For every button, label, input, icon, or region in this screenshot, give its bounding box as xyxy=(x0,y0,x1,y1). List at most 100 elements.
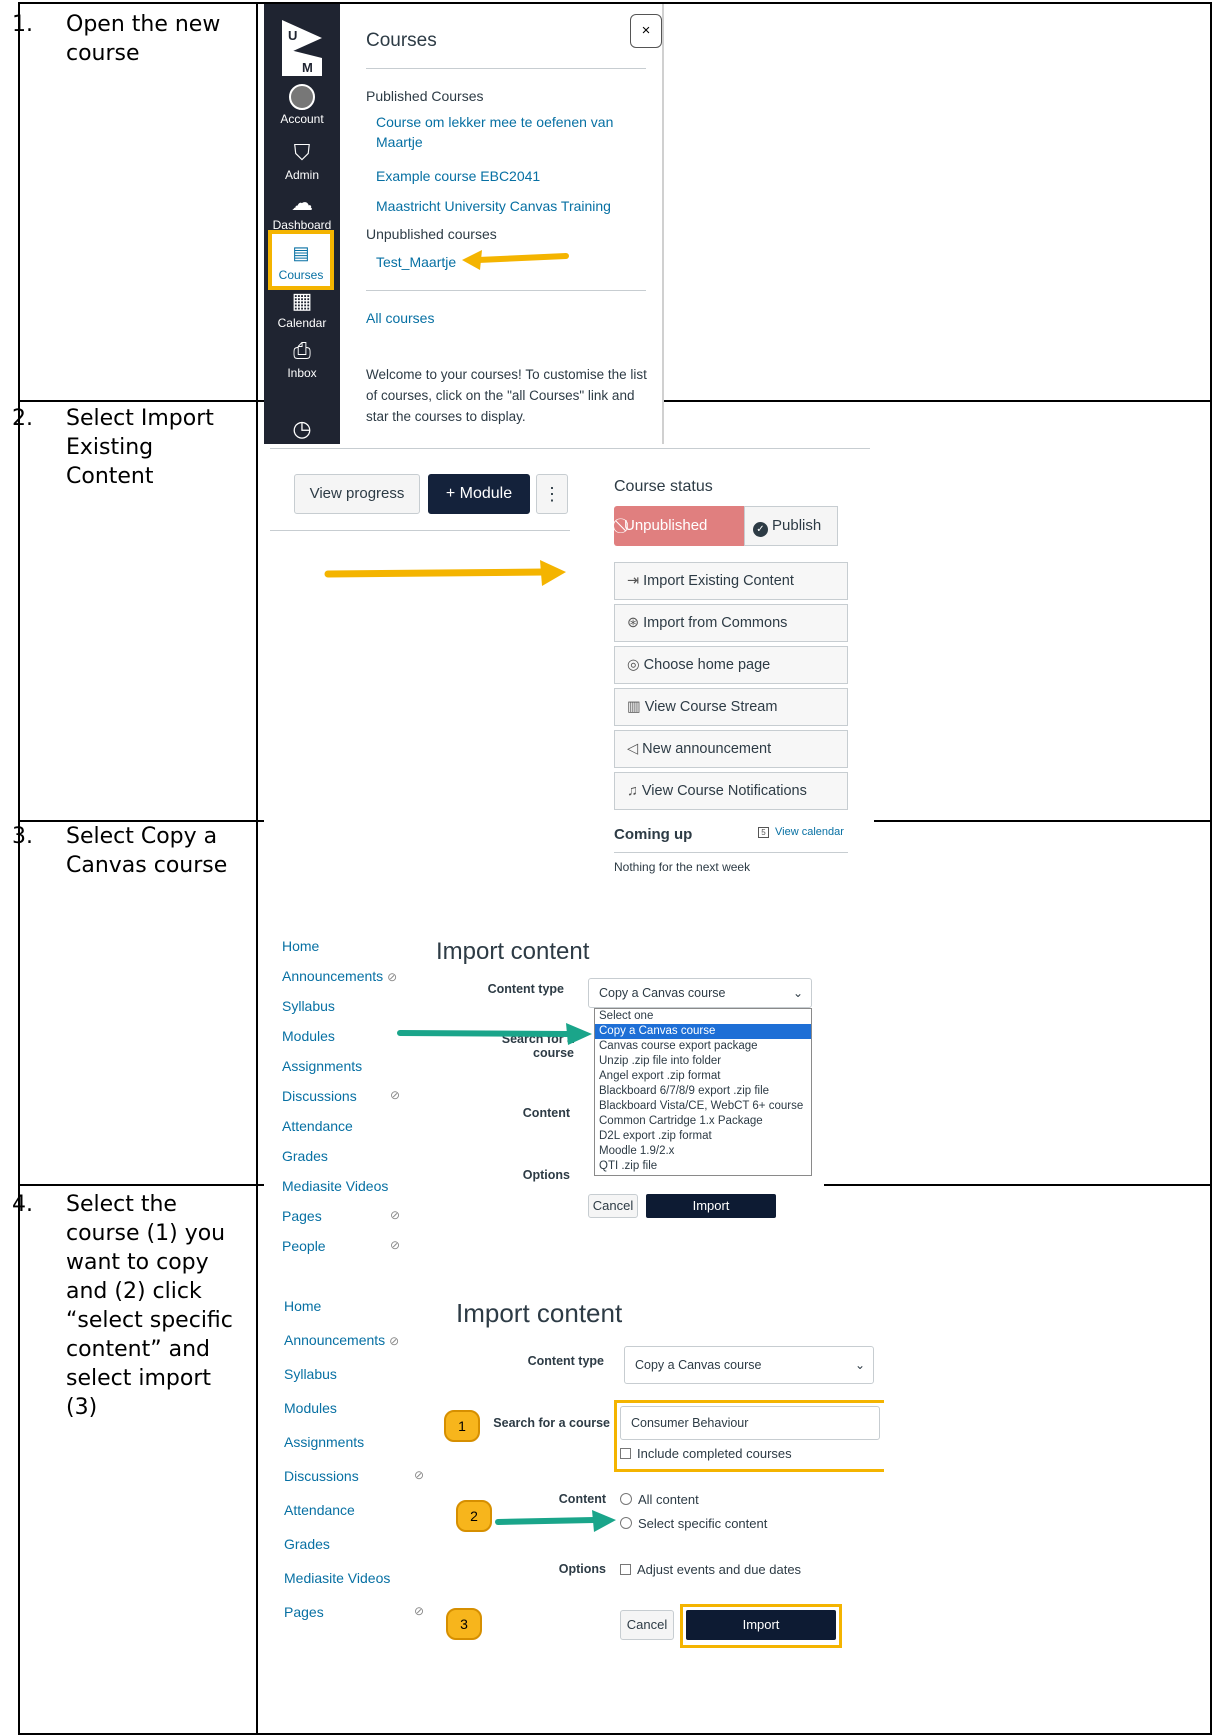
course-nav-people[interactable]: People ⊘ xyxy=(282,1238,400,1254)
course-nav-syllabus[interactable]: Syllabus xyxy=(284,1366,337,1382)
import-existing-content-button[interactable]: ⇥ Import Existing Content xyxy=(614,562,848,600)
select-specific-content-radio[interactable]: Select specific content xyxy=(620,1516,767,1531)
import-from-commons-button[interactable]: ⊛ Import from Commons xyxy=(614,604,848,642)
tray-title: Courses xyxy=(366,30,437,51)
course-nav-assignments[interactable]: Assignments xyxy=(284,1434,364,1450)
cancel-button[interactable]: Cancel xyxy=(620,1610,674,1640)
course-nav-announcements[interactable]: Announcements ⊘ xyxy=(284,1332,399,1348)
include-completed-checkbox[interactable]: Include completed courses xyxy=(620,1446,792,1461)
action-label: Choose home page xyxy=(643,657,771,673)
check-circle-icon: ✓ xyxy=(753,522,768,537)
chevron-down-icon: ⌄ xyxy=(854,1358,865,1372)
divider xyxy=(270,448,870,449)
radio-icon xyxy=(620,1493,632,1505)
course-link[interactable]: Maastricht University Canvas Training xyxy=(376,196,636,216)
stream-icon: ▥ xyxy=(627,699,641,715)
hidden-eye-icon: ⊘ xyxy=(387,970,398,984)
content-type-select[interactable]: Copy a Canvas course ⌄ xyxy=(588,978,812,1008)
nav-calendar[interactable]: ▦ Calendar xyxy=(264,288,340,330)
dropdown-option[interactable]: Moodle 1.9/2.x xyxy=(595,1144,811,1159)
course-nav-home[interactable]: Home xyxy=(284,1298,321,1314)
content-type-select[interactable]: Copy a Canvas course ⌄ xyxy=(624,1346,874,1384)
all-content-radio[interactable]: All content xyxy=(620,1492,699,1507)
callout-badge-2: 2 xyxy=(456,1500,492,1532)
course-nav-discussions[interactable]: Discussions ⊘ xyxy=(284,1468,424,1484)
nav-label: Calendar xyxy=(277,316,327,330)
hidden-eye-icon: ⊘ xyxy=(414,1604,425,1618)
course-nav-mediasite-videos[interactable]: Mediasite Videos xyxy=(284,1570,390,1586)
dropdown-option[interactable]: Blackboard 6/7/8/9 export .zip file xyxy=(595,1084,811,1099)
add-module-button[interactable]: + Module xyxy=(428,474,530,514)
publish-button[interactable]: ✓ Publish xyxy=(744,506,838,546)
adjust-dates-checkbox[interactable]: Adjust events and due dates xyxy=(620,1562,801,1577)
shield-icon: ⛉ xyxy=(293,140,311,165)
course-nav-mediasite-videos[interactable]: Mediasite Videos xyxy=(282,1178,388,1194)
nav-dashboard[interactable]: ☁ Dashboard xyxy=(264,190,340,232)
dropdown-option[interactable]: D2L export .zip format xyxy=(595,1129,811,1144)
all-courses-link[interactable]: All courses xyxy=(366,308,626,328)
dropdown-option[interactable]: Blackboard Vista/CE, WebCT 6+ course xyxy=(595,1099,811,1114)
nav-label: Admin xyxy=(284,168,319,182)
options-label: Options xyxy=(558,1562,606,1576)
course-nav-syllabus[interactable]: Syllabus xyxy=(282,998,335,1014)
course-nav-assignments[interactable]: Assignments xyxy=(282,1058,362,1074)
dropdown-option[interactable]: Unzip .zip file into folder xyxy=(595,1054,811,1069)
course-nav-attendance[interactable]: Attendance xyxy=(284,1502,355,1518)
course-nav-pages[interactable]: Pages ⊘ xyxy=(282,1208,400,1224)
dropdown-option[interactable]: Angel export .zip format xyxy=(595,1069,811,1084)
radio-icon xyxy=(620,1517,632,1529)
dropdown-option[interactable]: Canvas course export package xyxy=(595,1039,811,1054)
unpublished-button[interactable]: ⃠Unpublished xyxy=(614,506,744,546)
import-content-dropdown-screenshot: Home Announcements ⊘ Syllabus Modules As… xyxy=(264,928,824,1258)
course-nav-modules[interactable]: Modules xyxy=(282,1028,335,1044)
course-link[interactable]: Course om lekker mee te oefenen van Maar… xyxy=(376,112,636,152)
content-type-label: Content type xyxy=(487,982,564,996)
nav-account[interactable]: Account xyxy=(264,84,340,126)
nav-history[interactable]: ◷ xyxy=(264,416,340,444)
more-options-button[interactable]: ⋮ xyxy=(536,474,568,514)
courses-tray-screenshot: U M Account ⛉ Admin ☁ Dashboard ▤ Course… xyxy=(264,4,664,444)
view-course-notifications-button[interactable]: ♫ View Course Notifications xyxy=(614,772,848,810)
arrow-right-icon xyxy=(397,1023,592,1045)
dropdown-option[interactable]: Select one xyxy=(595,1009,811,1024)
column-divider xyxy=(256,4,258,1733)
dropdown-option[interactable]: Common Cartridge 1.x Package xyxy=(595,1114,811,1129)
step-number: 4. xyxy=(12,1192,33,1217)
dropdown-option[interactable]: QTI .zip file xyxy=(595,1159,811,1174)
course-nav-grades[interactable]: Grades xyxy=(282,1148,328,1164)
search-course-input[interactable]: Consumer Behaviour xyxy=(620,1406,880,1440)
view-progress-button[interactable]: View progress xyxy=(294,474,420,514)
new-announcement-button[interactable]: ◁ New announcement xyxy=(614,730,848,768)
view-course-stream-button[interactable]: ▥ View Course Stream xyxy=(614,688,848,726)
cancel-button[interactable]: Cancel xyxy=(588,1194,638,1218)
course-nav-modules[interactable]: Modules xyxy=(284,1400,337,1416)
um-logo-icon: U M xyxy=(282,20,322,76)
nav-admin[interactable]: ⛉ Admin xyxy=(264,140,340,182)
course-nav-grades[interactable]: Grades xyxy=(284,1536,330,1552)
hidden-eye-icon: ⊘ xyxy=(390,1238,401,1252)
course-nav-attendance[interactable]: Attendance xyxy=(282,1118,353,1134)
page-title: Import content xyxy=(456,1298,623,1328)
svg-text:M: M xyxy=(302,60,313,75)
choose-home-page-button[interactable]: ◎ Choose home page xyxy=(614,646,848,684)
hidden-eye-icon: ⊘ xyxy=(390,1088,401,1102)
course-nav-pages[interactable]: Pages ⊘ xyxy=(284,1604,424,1620)
dropdown-option-copy-canvas-course[interactable]: Copy a Canvas course xyxy=(595,1024,811,1039)
import-button[interactable]: Import xyxy=(646,1194,776,1218)
course-nav-home[interactable]: Home xyxy=(282,938,319,954)
course-link[interactable]: Example course EBC2041 xyxy=(376,166,636,186)
view-calendar-label: View calendar xyxy=(775,826,844,838)
view-calendar-link[interactable]: 5 View calendar xyxy=(758,826,844,838)
action-label: Import from Commons xyxy=(643,615,788,631)
radio-label: All content xyxy=(638,1492,699,1507)
nav-label: Announcements xyxy=(284,1332,386,1348)
course-nav-discussions[interactable]: Discussions ⊘ xyxy=(282,1088,400,1104)
nav-inbox[interactable]: ⎙ Inbox xyxy=(264,338,340,380)
step-description: Open the new course xyxy=(66,12,221,66)
course-nav-announcements[interactable]: Announcements ⊘ xyxy=(282,968,397,984)
close-button[interactable]: × xyxy=(630,14,662,48)
import-button[interactable]: Import xyxy=(686,1610,836,1640)
nav-courses[interactable]: ▤ Courses xyxy=(268,230,334,290)
callout-badge-3: 3 xyxy=(446,1608,482,1640)
step-description: Select the course (1) you want to copy a… xyxy=(66,1192,233,1420)
